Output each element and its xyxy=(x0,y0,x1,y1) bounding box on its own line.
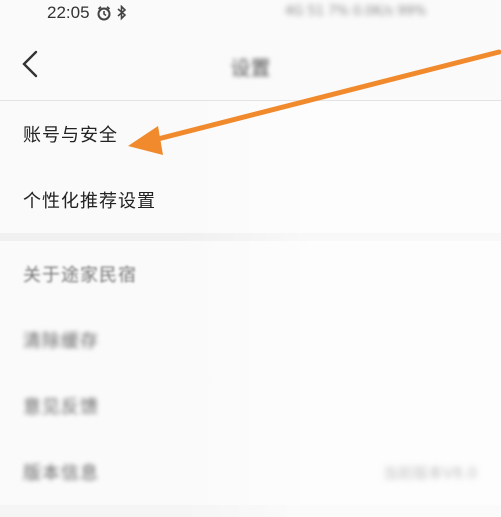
settings-item-about[interactable]: 关于途家民宿 xyxy=(0,241,501,307)
settings-item-account-security[interactable]: 账号与安全 xyxy=(0,101,501,167)
status-bar: 22:05 4G 51 7% 0.0K/s 99% xyxy=(0,0,501,30)
status-right-info: 4G 51 7% 0.0K/s 99% xyxy=(285,4,427,19)
settings-item-label: 意见反馈 xyxy=(23,397,99,418)
settings-item-label: 个性化推荐设置 xyxy=(23,191,156,212)
settings-item-version[interactable]: 版本信息 当前版本V8.0 xyxy=(0,439,501,505)
page-title: 设置 xyxy=(230,56,271,80)
settings-item-label: 关于途家民宿 xyxy=(23,265,137,286)
status-time: 22:05 xyxy=(47,3,90,22)
alarm-icon xyxy=(97,6,111,21)
settings-item-label: 版本信息 xyxy=(23,463,99,484)
settings-list: 账号与安全 个性化推荐设置 关于途家民宿 清除缓存 意见反馈 版本信息 当前版本… xyxy=(0,101,501,505)
nav-bar: 设置 xyxy=(0,30,501,100)
settings-item-personalized-recommendation[interactable]: 个性化推荐设置 xyxy=(0,167,501,233)
settings-item-label: 账号与安全 xyxy=(23,125,118,146)
status-icons xyxy=(97,5,127,21)
settings-item-value: 当前版本V8.0 xyxy=(382,463,477,482)
settings-item-label: 清除缓存 xyxy=(23,331,99,352)
settings-item-clear-cache[interactable]: 清除缓存 xyxy=(0,307,501,373)
settings-item-feedback[interactable]: 意见反馈 xyxy=(0,373,501,439)
section-gap xyxy=(0,233,501,241)
bluetooth-icon xyxy=(117,5,127,21)
